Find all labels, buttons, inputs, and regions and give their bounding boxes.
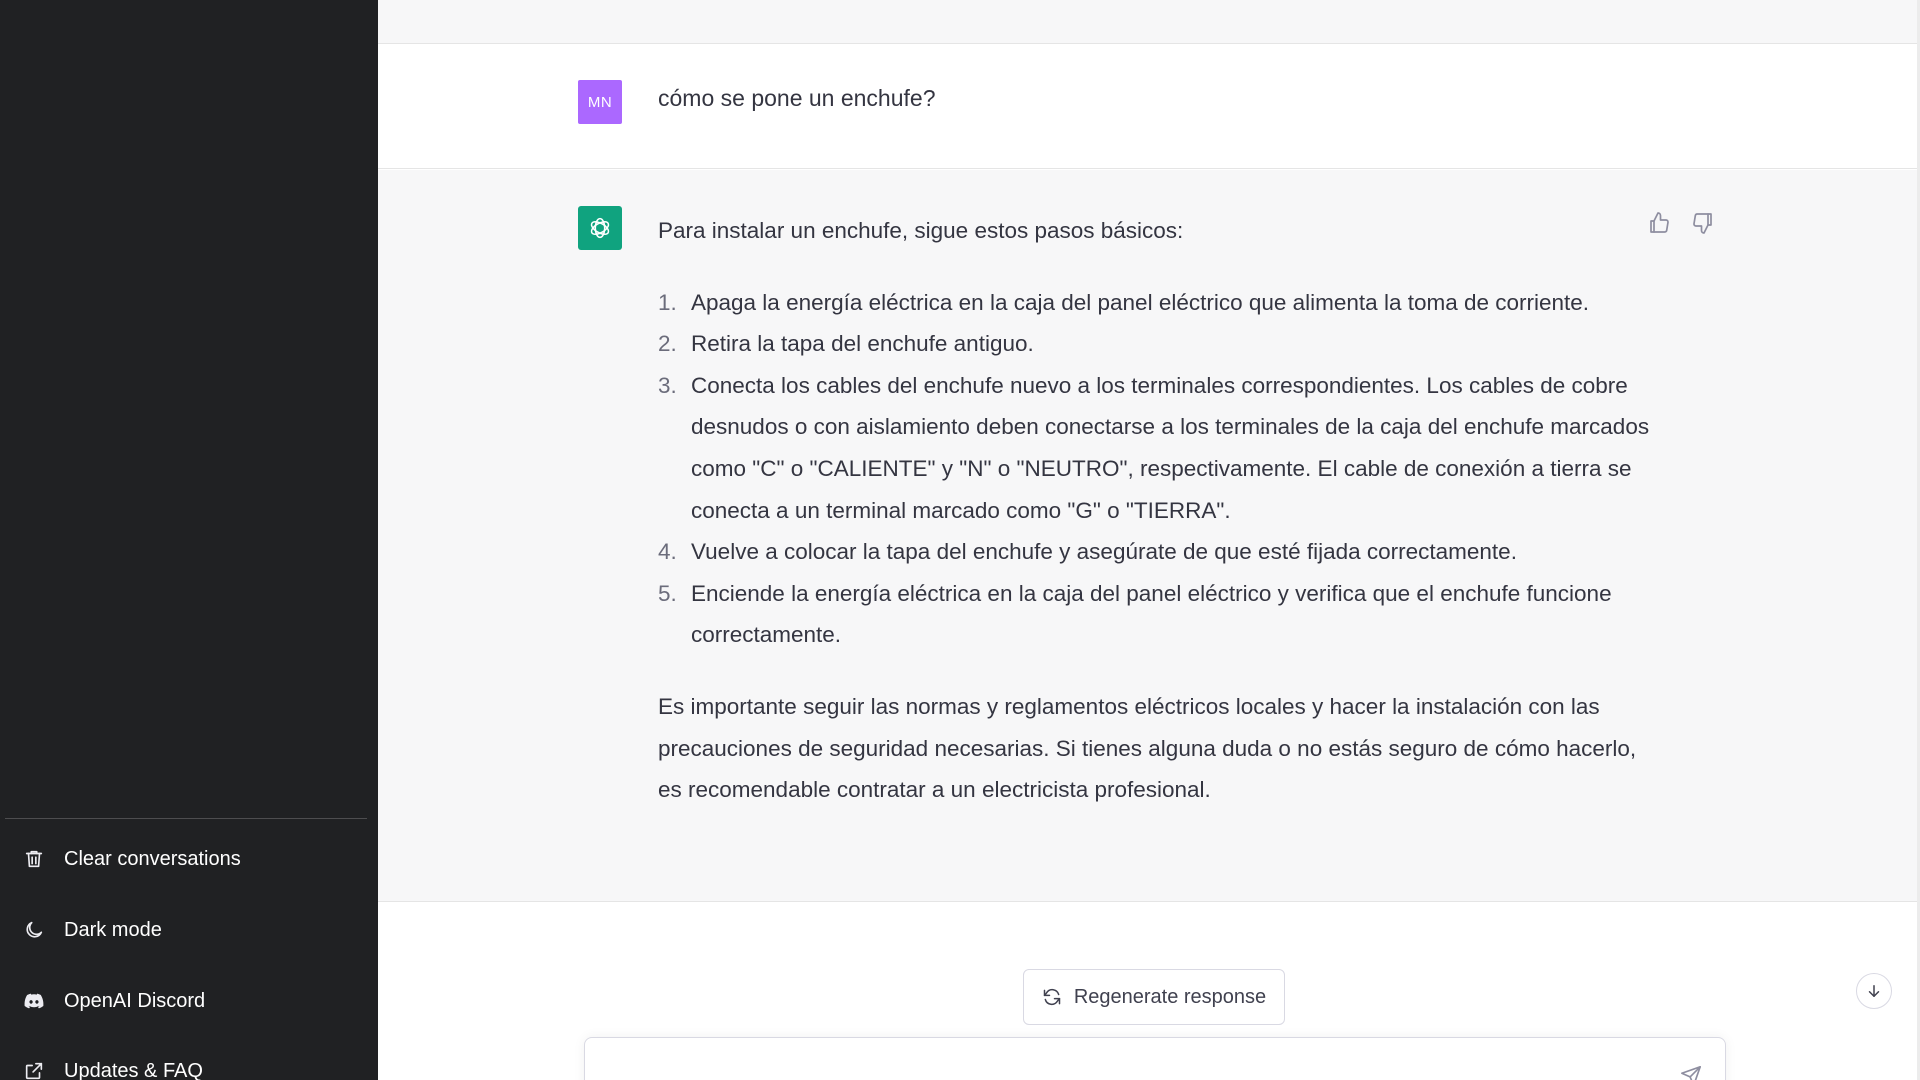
arrow-down-icon — [1868, 985, 1880, 997]
external-link-icon — [22, 1059, 46, 1080]
refresh-icon — [1043, 988, 1061, 1006]
sidebar-item-label: Dark mode — [64, 918, 162, 941]
regenerate-label: Regenerate response — [1073, 985, 1267, 1008]
steps-list: 1. Apaga la energía eléctrica en la caja … — [658, 282, 1658, 656]
scroll-to-bottom-button[interactable] — [1856, 973, 1892, 1009]
list-item: 5. Enciende la energía eléctrica en la ca… — [658, 573, 1658, 656]
moon-icon — [22, 918, 46, 942]
thumbs-down-icon — [1693, 213, 1712, 234]
assistant-message-row: Para instalar un enchufe, sigue estos pa… — [378, 170, 1918, 902]
regenerate-response-button[interactable]: Regenerate response — [1023, 969, 1285, 1025]
trash-icon — [22, 847, 46, 871]
discord-icon — [22, 989, 46, 1013]
message-input-container — [584, 1037, 1726, 1080]
list-item: 4. Vuelve a colocar la tapa del enchufe y… — [658, 531, 1658, 573]
list-text: Retira la tapa del enchufe antiguo. — [691, 331, 1034, 357]
user-message: cómo se pone un enchufe? — [658, 85, 936, 111]
list-number: 3. — [658, 372, 677, 398]
sidebar-item-updates-faq[interactable]: Updates & FAQ — [22, 1056, 203, 1080]
thumbs-up-button[interactable] — [1646, 210, 1672, 236]
list-text: Conecta los cables del enchufe nuevo a l… — [691, 372, 1650, 523]
list-text: Apaga la energía eléctrica en la caja de… — [691, 289, 1590, 315]
top-strip — [378, 0, 1920, 44]
list-number: 4. — [658, 539, 677, 565]
assistant-closing: Es importante seguir las normas y reglam… — [658, 693, 1637, 803]
list-item: 2. Retira la tapa del enchufe antiguo. — [658, 323, 1658, 365]
list-text: Vuelve a colocar la tapa del enchufe y a… — [691, 539, 1517, 565]
assistant-intro: Para instalar un enchufe, sigue estos pa… — [658, 218, 1184, 243]
sidebar-item-openai-discord[interactable]: OpenAI Discord — [22, 986, 205, 1016]
send-button[interactable] — [1679, 1064, 1703, 1080]
list-text: Enciende la energía eléctrica en la caja… — [691, 580, 1612, 648]
thumbs-up-icon — [1650, 212, 1669, 233]
sidebar-item-label: Updates & FAQ — [64, 1059, 203, 1080]
sidebar-item-clear-conversations[interactable]: Clear conversations — [22, 844, 241, 874]
send-icon — [1681, 1066, 1701, 1080]
sidebar: Clear conversations Dark mode OpenAI Dis… — [0, 0, 378, 1080]
list-number: 1. — [658, 289, 677, 315]
list-number: 5. — [658, 580, 677, 606]
thumbs-down-button[interactable] — [1690, 210, 1716, 236]
message-input[interactable] — [605, 1056, 1665, 1080]
list-item: 3. Conecta los cables del enchufe nuevo a… — [658, 365, 1658, 531]
feedback-controls — [1646, 210, 1716, 236]
list-item: 1. Apaga la energía eléctrica en la caja … — [658, 282, 1658, 324]
avatar: MN — [578, 80, 622, 124]
chat-main: MN cómo se pone un enchufe? Para instala… — [378, 0, 1920, 1080]
openai-logo-icon — [578, 206, 622, 250]
sidebar-item-dark-mode[interactable]: Dark mode — [22, 915, 162, 945]
assistant-message: Para instalar un enchufe, sigue estos pa… — [658, 210, 1658, 811]
list-number: 2. — [658, 331, 677, 357]
sidebar-item-label: OpenAI Discord — [64, 989, 206, 1012]
sidebar-divider — [5, 818, 367, 819]
user-message-row: MN cómo se pone un enchufe? — [378, 44, 1918, 169]
sidebar-item-label: Clear conversations — [64, 847, 241, 870]
